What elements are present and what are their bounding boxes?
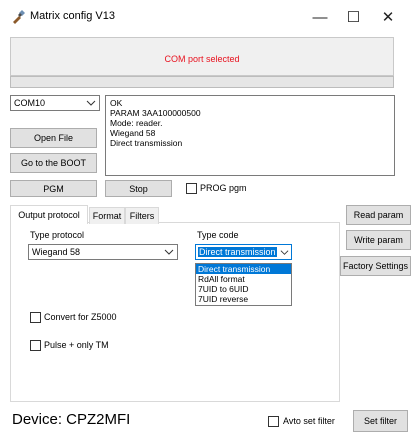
dropdown-option[interactable]: 7UID reverse bbox=[196, 294, 291, 304]
tab-filters[interactable]: Filters bbox=[125, 207, 159, 224]
type-code-label: Type code bbox=[197, 230, 239, 240]
device-label: Device: CPZ2MFI bbox=[12, 411, 131, 428]
log-line: PARAM 3AA100000500 bbox=[110, 108, 201, 118]
factory-settings-button[interactable]: Factory Settings bbox=[340, 256, 411, 276]
log-output[interactable]: OK PARAM 3AA100000500 Mode: reader. Wieg… bbox=[105, 95, 395, 176]
window-title: Matrix config V13 bbox=[30, 10, 115, 22]
maximize-icon: ☐ bbox=[346, 9, 361, 26]
read-param-button[interactable]: Read param bbox=[346, 205, 411, 225]
maximize-button[interactable]: ☐ bbox=[342, 0, 365, 34]
type-protocol-select[interactable]: Wiegand 58 bbox=[28, 244, 178, 260]
avto-set-filter-checkbox[interactable] bbox=[268, 416, 279, 427]
write-param-button[interactable]: Write param bbox=[346, 230, 411, 250]
minimize-icon: — bbox=[312, 8, 328, 26]
type-protocol-label: Type protocol bbox=[30, 230, 85, 240]
set-filter-button[interactable]: Set filter bbox=[353, 410, 408, 432]
tab-format[interactable]: Format bbox=[89, 207, 125, 224]
prog-pgm-checkbox[interactable] bbox=[186, 183, 197, 194]
status-message: COM port selected bbox=[164, 54, 240, 64]
tab-output-protocol[interactable]: Output protocol bbox=[10, 205, 88, 224]
pulse-only-tm-label: Pulse + only TM bbox=[44, 340, 109, 350]
minimize-button[interactable]: — bbox=[297, 0, 343, 34]
chevron-down-icon bbox=[280, 250, 289, 255]
log-line: Direct transmission bbox=[110, 138, 183, 148]
type-code-dropdown: Direct transmission RdAll format 7UID to… bbox=[195, 263, 292, 306]
type-code-select[interactable]: Direct transmission bbox=[195, 244, 292, 260]
dropdown-option[interactable]: RdAll format bbox=[196, 274, 291, 284]
log-line: OK bbox=[110, 98, 123, 108]
dropdown-option[interactable]: 7UID to 6UID bbox=[196, 284, 291, 294]
close-button[interactable]: ✕ bbox=[365, 0, 411, 34]
progress-bar bbox=[10, 76, 394, 88]
prog-pgm-label: PROG pgm bbox=[200, 183, 247, 193]
pulse-only-tm-checkbox[interactable] bbox=[30, 340, 41, 351]
pgm-button[interactable]: PGM bbox=[10, 180, 97, 197]
go-to-boot-button[interactable]: Go to the BOOT bbox=[10, 153, 97, 173]
convert-z5000-checkbox[interactable] bbox=[30, 312, 41, 323]
com-port-select[interactable]: COM10 bbox=[10, 95, 100, 111]
com-port-value: COM10 bbox=[14, 98, 46, 108]
chevron-down-icon bbox=[86, 100, 96, 106]
type-code-value: Direct transmission bbox=[198, 247, 277, 257]
log-line: Mode: reader. bbox=[110, 118, 163, 128]
avto-set-filter-label: Avto set filter bbox=[283, 416, 335, 426]
dropdown-option[interactable]: Direct transmission bbox=[196, 264, 291, 274]
stop-button[interactable]: Stop bbox=[105, 180, 172, 197]
convert-z5000-label: Convert for Z5000 bbox=[44, 312, 117, 322]
open-file-button[interactable]: Open File bbox=[10, 128, 97, 148]
close-icon: ✕ bbox=[381, 9, 395, 26]
app-icon bbox=[11, 10, 25, 24]
chevron-down-icon bbox=[164, 249, 174, 255]
type-protocol-value: Wiegand 58 bbox=[32, 247, 81, 257]
log-line: Wiegand 58 bbox=[110, 128, 156, 138]
